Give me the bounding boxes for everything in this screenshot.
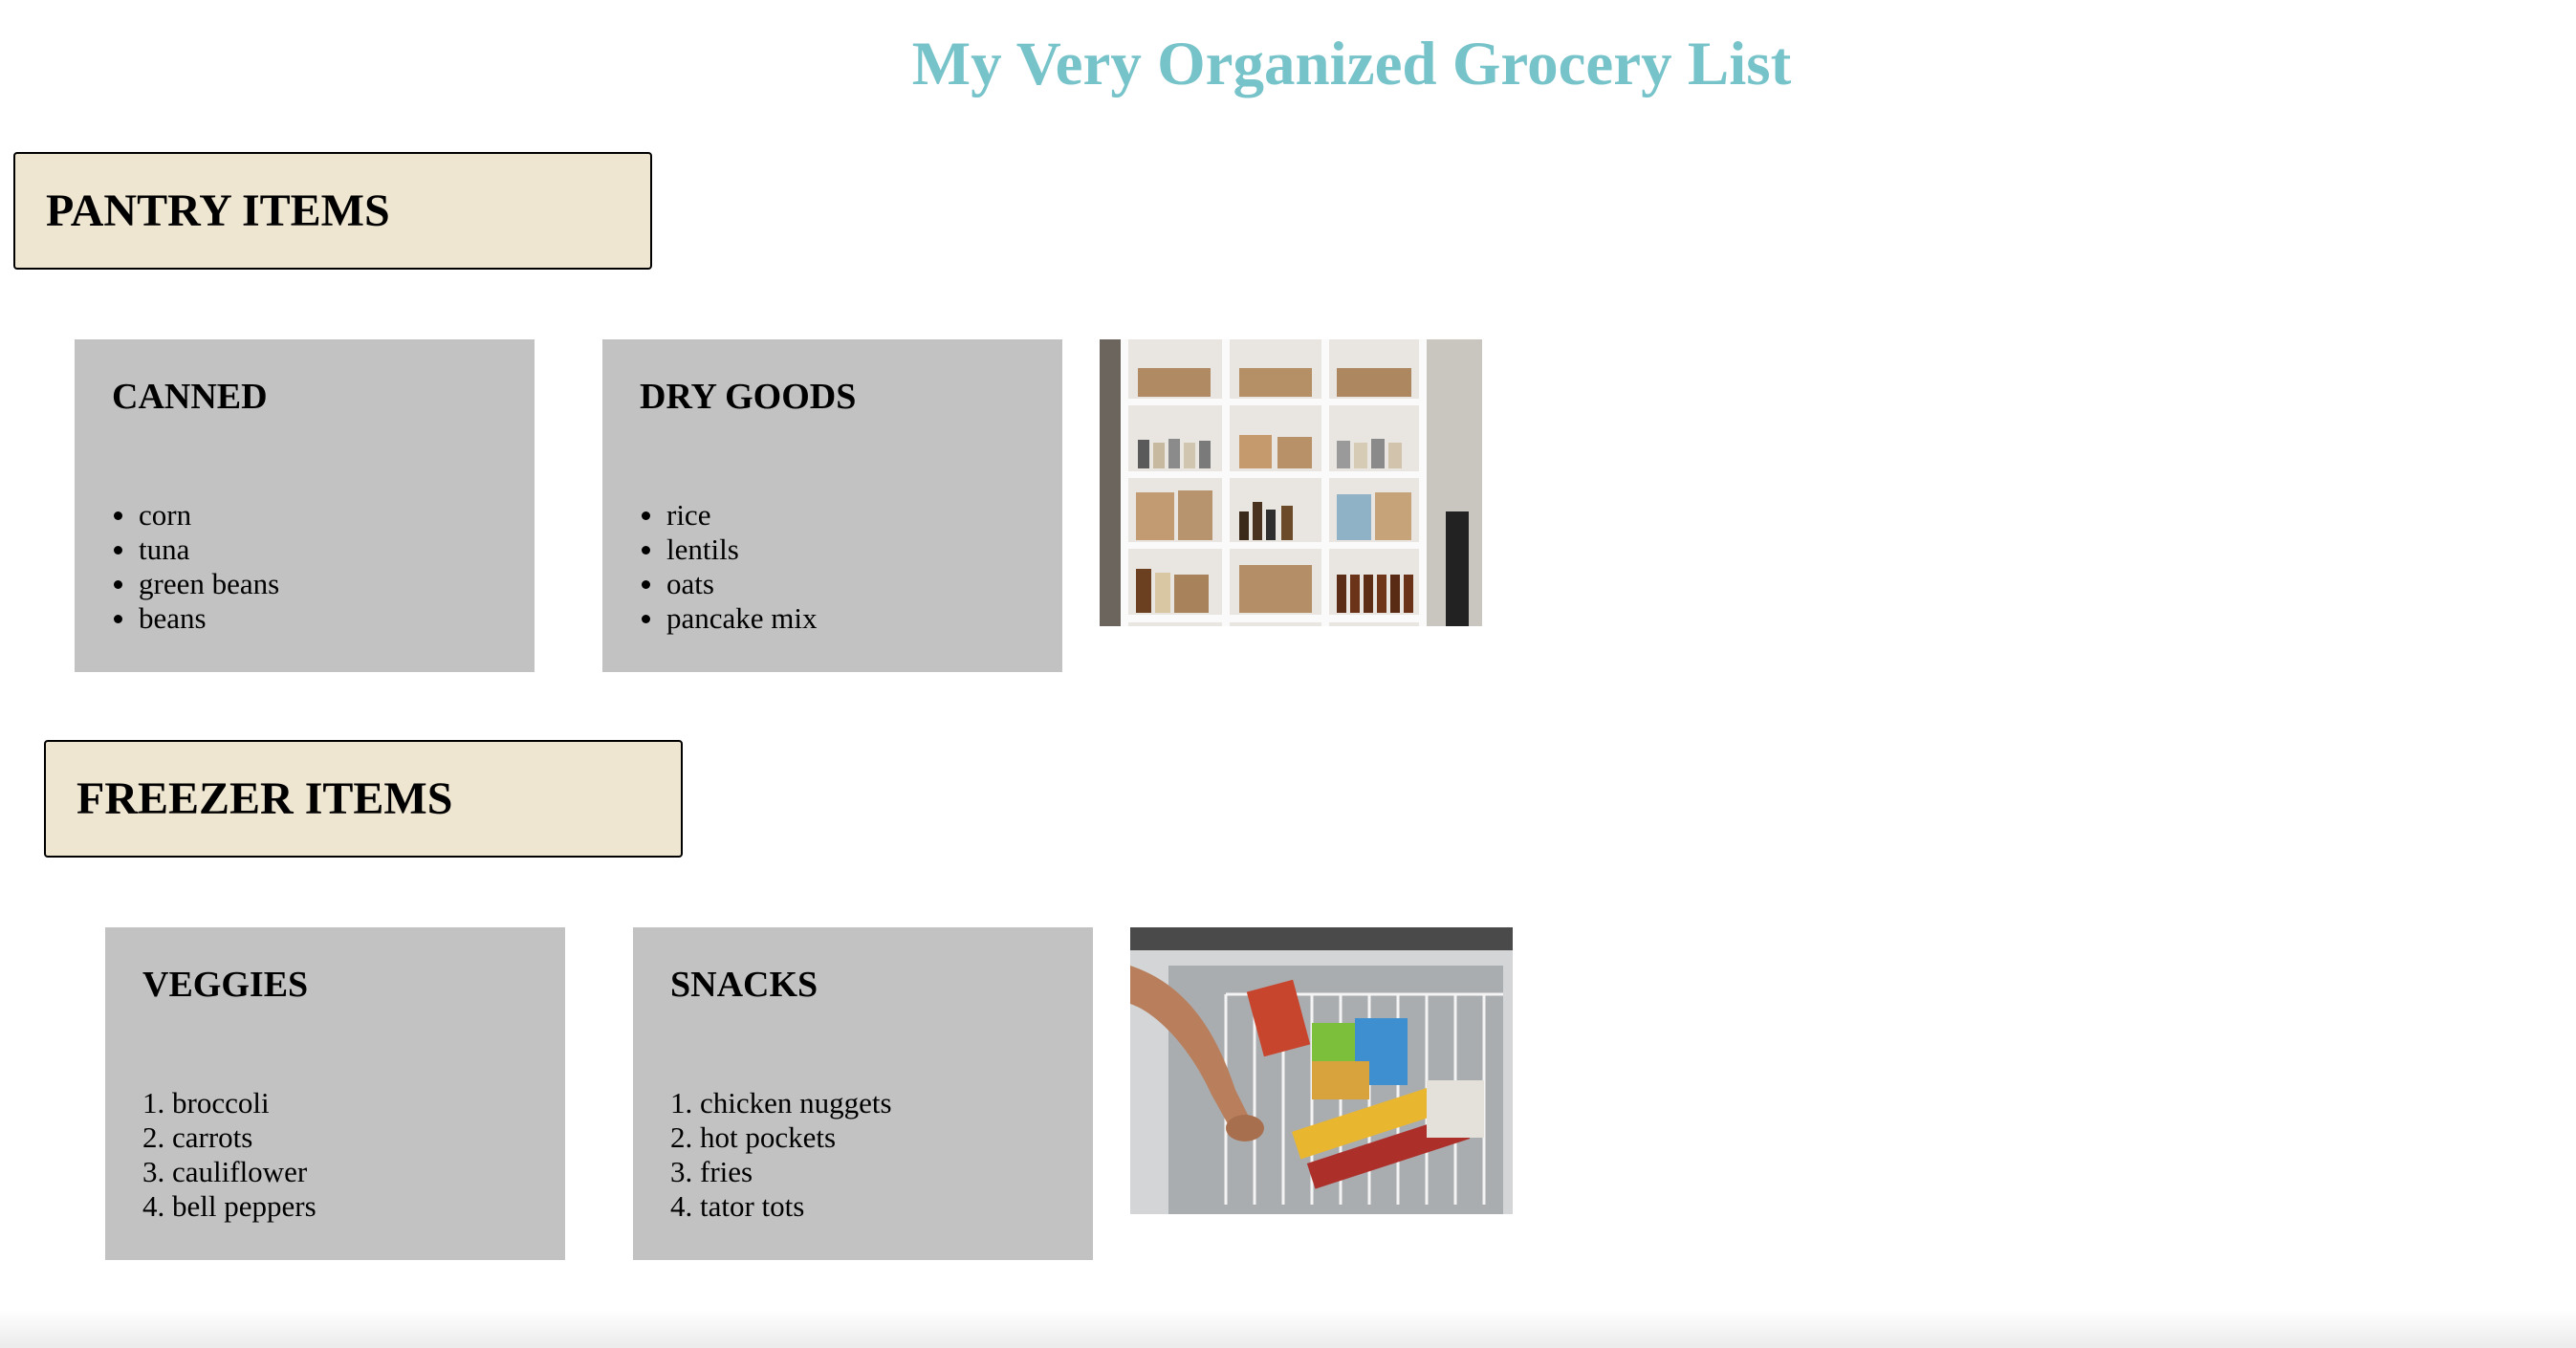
numbered-list: 1. chicken nuggets 2. hot pockets 3. fri… — [670, 1086, 1093, 1224]
list-item: 2. hot pockets — [670, 1120, 837, 1154]
bullet-list: rice lentils oats pancake mix — [640, 498, 1062, 636]
page-bottom-edge — [0, 1310, 2576, 1348]
list-item: pancake mix — [640, 601, 1062, 636]
card-heading: SNACKS — [670, 965, 819, 1005]
list-item: 4. tator tots — [670, 1189, 805, 1223]
card-dry-goods: DRY GOODS rice lentils oats pancake mix — [602, 339, 1062, 672]
list-item: beans — [112, 601, 535, 636]
card-canned: CANNED corn tuna green beans beans — [75, 339, 535, 672]
numbered-list: 1. broccoli 2. carrots 3. cauliflower 4.… — [142, 1086, 565, 1224]
bullet-icon — [642, 615, 650, 623]
card-heading: VEGGIES — [142, 965, 309, 1005]
bullet-icon — [642, 511, 650, 520]
list-item: 1. broccoli — [142, 1086, 270, 1120]
bullet-icon — [642, 580, 650, 589]
freezer-chest-photo — [1130, 927, 1513, 1214]
list-item: 3. fries — [670, 1155, 753, 1188]
bullet-list: corn tuna green beans beans — [112, 498, 535, 636]
section-header-freezer: FREEZER ITEMS — [44, 740, 683, 858]
section-header-pantry: PANTRY ITEMS — [13, 152, 652, 270]
pantry-shelves-photo — [1100, 339, 1482, 626]
bullet-icon — [642, 546, 650, 554]
list-item: 2. carrots — [142, 1120, 253, 1154]
card-snacks: SNACKS 1. chicken nuggets 2. hot pockets… — [633, 927, 1093, 1260]
bullet-icon — [114, 511, 122, 520]
list-item: green beans — [112, 567, 535, 601]
card-heading: DRY GOODS — [640, 377, 857, 417]
list-item: corn — [112, 498, 535, 533]
list-item: 1. chicken nuggets — [670, 1086, 892, 1120]
card-heading: CANNED — [112, 377, 268, 417]
list-item: oats — [640, 567, 1062, 601]
bullet-icon — [114, 580, 122, 589]
card-veggies: VEGGIES 1. broccoli 2. carrots 3. caulif… — [105, 927, 565, 1260]
page-title: My Very Organized Grocery List — [911, 30, 1792, 98]
bullet-icon — [114, 615, 122, 623]
section-heading: PANTRY ITEMS — [46, 185, 390, 236]
list-item: 3. cauliflower — [142, 1155, 308, 1188]
list-item: rice — [640, 498, 1062, 533]
list-item: 4. bell peppers — [142, 1189, 317, 1223]
list-item: tuna — [112, 533, 535, 567]
list-item: lentils — [640, 533, 1062, 567]
bullet-icon — [114, 546, 122, 554]
section-heading: FREEZER ITEMS — [76, 773, 453, 824]
